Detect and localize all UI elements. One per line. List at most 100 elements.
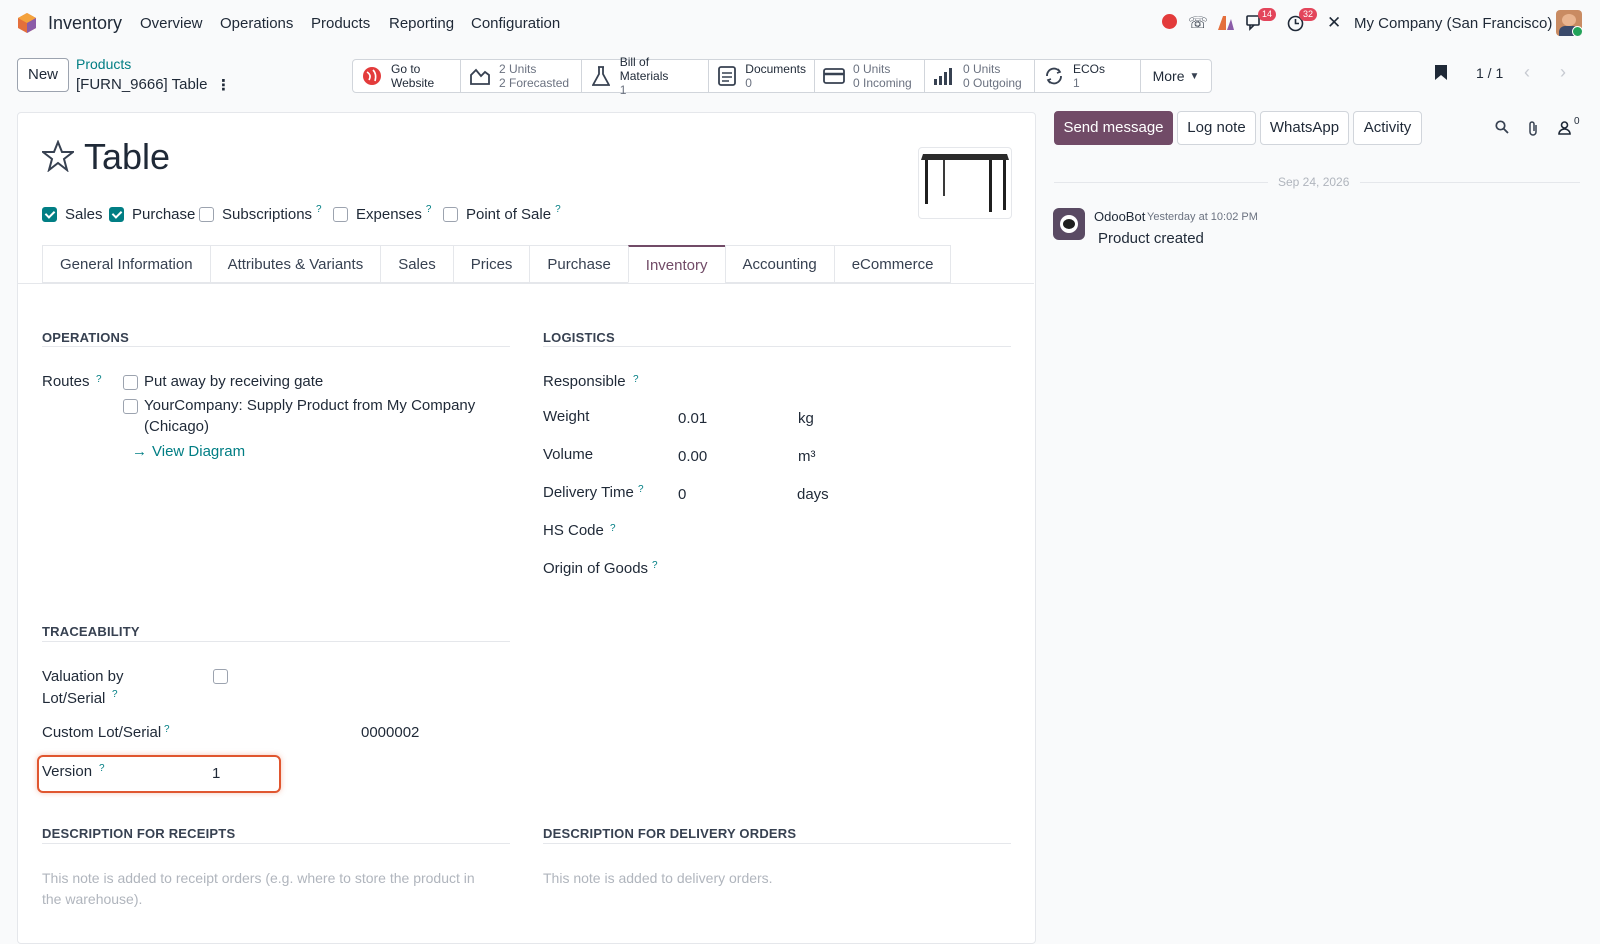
view-diagram-link[interactable]: View Diagram — [152, 443, 245, 460]
smart-label: 0 Units — [853, 62, 891, 76]
checkbox[interactable] — [333, 207, 348, 222]
globe-icon — [361, 65, 383, 87]
help-icon[interactable]: ? — [652, 560, 658, 571]
documents-button[interactable]: Documents 0 — [709, 60, 815, 92]
help-icon[interactable]: ? — [164, 724, 170, 735]
help-icon[interactable]: ? — [633, 374, 639, 385]
section-divider — [42, 641, 510, 642]
route-checkbox[interactable] — [123, 375, 138, 390]
paperclip-icon[interactable] — [1527, 120, 1539, 136]
checkbox[interactable] — [199, 207, 214, 222]
tab-accounting[interactable]: Accounting — [724, 245, 835, 283]
help-icon[interactable]: ? — [316, 204, 322, 215]
delivery-description-input[interactable]: This note is added to delivery orders. — [543, 868, 983, 889]
app-logo-icon[interactable] — [16, 12, 38, 34]
incoming-button[interactable]: 0 Units 0 Incoming — [815, 60, 925, 92]
section-divider — [543, 346, 1011, 347]
pager-value[interactable]: 1 / 1 — [1476, 65, 1503, 81]
valuation-checkbox[interactable] — [213, 669, 228, 684]
more-label: More — [1152, 68, 1185, 84]
receipts-description-input[interactable]: This note is added to receipt orders (e.… — [42, 868, 482, 910]
tab-sales[interactable]: Sales — [380, 245, 454, 283]
menu-overview[interactable]: Overview — [140, 15, 203, 32]
ecos-button[interactable]: ECOs 1 — [1035, 60, 1141, 92]
bom-button[interactable]: Bill of Materials 1 — [582, 55, 709, 97]
help-icon[interactable]: ? — [112, 689, 118, 700]
eco-cycle-icon — [1043, 65, 1065, 87]
more-button[interactable]: More ▼ — [1141, 60, 1211, 92]
help-icon[interactable]: ? — [99, 763, 105, 774]
delivery-time-input[interactable]: 0 — [678, 486, 686, 503]
weight-input[interactable]: 0.01 — [678, 410, 707, 427]
volume-label: Volume — [543, 446, 594, 463]
expenses-flag[interactable]: Expenses? — [333, 204, 432, 223]
followers-count: 0 — [1574, 116, 1580, 127]
tools-icon[interactable]: ✕ — [1327, 13, 1341, 33]
forecasted-button[interactable]: 2 Units 2 Forecasted — [461, 60, 582, 92]
checkbox[interactable] — [109, 207, 124, 222]
favorite-star-icon[interactable] — [42, 140, 74, 172]
product-image[interactable] — [918, 147, 1012, 219]
app-name[interactable]: Inventory — [48, 13, 122, 34]
whatsapp-button[interactable]: WhatsApp — [1260, 111, 1349, 145]
odoobot-avatar[interactable] — [1053, 208, 1085, 240]
user-avatar[interactable] — [1556, 10, 1582, 36]
help-icon[interactable]: ? — [610, 523, 616, 534]
volume-input[interactable]: 0.00 — [678, 448, 707, 465]
weight-unit: kg — [798, 410, 814, 427]
section-divider — [42, 843, 510, 844]
follower-icon[interactable] — [1557, 121, 1572, 135]
tab-purchase[interactable]: Purchase — [529, 245, 629, 283]
actions-menu-icon[interactable]: ⋮ — [216, 76, 231, 94]
route-checkbox[interactable] — [123, 399, 138, 414]
send-message-button[interactable]: Send message — [1054, 111, 1173, 145]
log-note-button[interactable]: Log note — [1177, 111, 1256, 145]
purchase-flag[interactable]: Purchase — [109, 206, 195, 223]
search-icon[interactable] — [1495, 120, 1509, 134]
pager-previous-icon[interactable]: ‹ — [1524, 62, 1530, 83]
tab-general-information[interactable]: General Information — [42, 245, 211, 283]
volume-unit: m³ — [798, 448, 816, 465]
messages-badge: 14 — [1258, 8, 1277, 21]
routes-label: Routes — [42, 373, 90, 390]
responsible-label: Responsible — [543, 373, 626, 390]
tab-attributes-variants[interactable]: Attributes & Variants — [209, 245, 382, 283]
bookmark-icon[interactable] — [1434, 64, 1448, 81]
breadcrumb-products[interactable]: Products — [76, 56, 131, 72]
menu-reporting[interactable]: Reporting — [389, 15, 454, 32]
menu-products[interactable]: Products — [311, 15, 370, 32]
pos-flag[interactable]: Point of Sale? — [443, 204, 561, 223]
version-input[interactable]: 1 — [212, 765, 220, 782]
forecast-chart-icon — [469, 65, 491, 87]
help-icon[interactable]: ? — [96, 374, 102, 385]
new-button[interactable]: New — [17, 58, 69, 92]
form-tabs: General Information Attributes & Variant… — [42, 245, 952, 283]
custom-lot-input[interactable]: 0000002 — [361, 724, 419, 741]
tab-prices[interactable]: Prices — [452, 245, 531, 283]
message-author[interactable]: OdooBot — [1094, 209, 1145, 224]
activity-badge: 32 — [1299, 8, 1318, 21]
menu-operations[interactable]: Operations — [220, 15, 293, 32]
subscriptions-flag[interactable]: Subscriptions? — [199, 204, 322, 223]
phone-icon[interactable]: ☏ — [1188, 13, 1208, 33]
pager-next-icon[interactable]: › — [1560, 62, 1566, 83]
tab-inventory[interactable]: Inventory — [627, 245, 726, 283]
activity-button[interactable]: Activity — [1353, 111, 1422, 145]
record-icon[interactable] — [1162, 14, 1177, 29]
menu-configuration[interactable]: Configuration — [471, 15, 560, 32]
help-icon[interactable]: ? — [638, 484, 644, 495]
outgoing-button[interactable]: 0 Units 0 Outgoing — [925, 60, 1035, 92]
sales-flag[interactable]: Sales — [42, 206, 103, 223]
product-name[interactable]: Table — [84, 136, 170, 178]
section-divider — [543, 843, 1011, 844]
tab-ecommerce[interactable]: eCommerce — [833, 245, 952, 283]
help-icon[interactable]: ? — [426, 204, 432, 215]
company-switcher[interactable]: My Company (San Francisco) — [1354, 15, 1552, 32]
checkbox[interactable] — [443, 207, 458, 222]
smart-label: Bill of Materials — [619, 55, 669, 83]
help-icon[interactable]: ? — [555, 204, 561, 215]
ai-icon[interactable] — [1217, 15, 1235, 31]
checkbox[interactable] — [42, 207, 57, 222]
smart-buttons: Go to Website 2 Units 2 Forecasted Bill of… — [352, 55, 1212, 97]
go-to-website-button[interactable]: Go to Website — [353, 60, 461, 92]
